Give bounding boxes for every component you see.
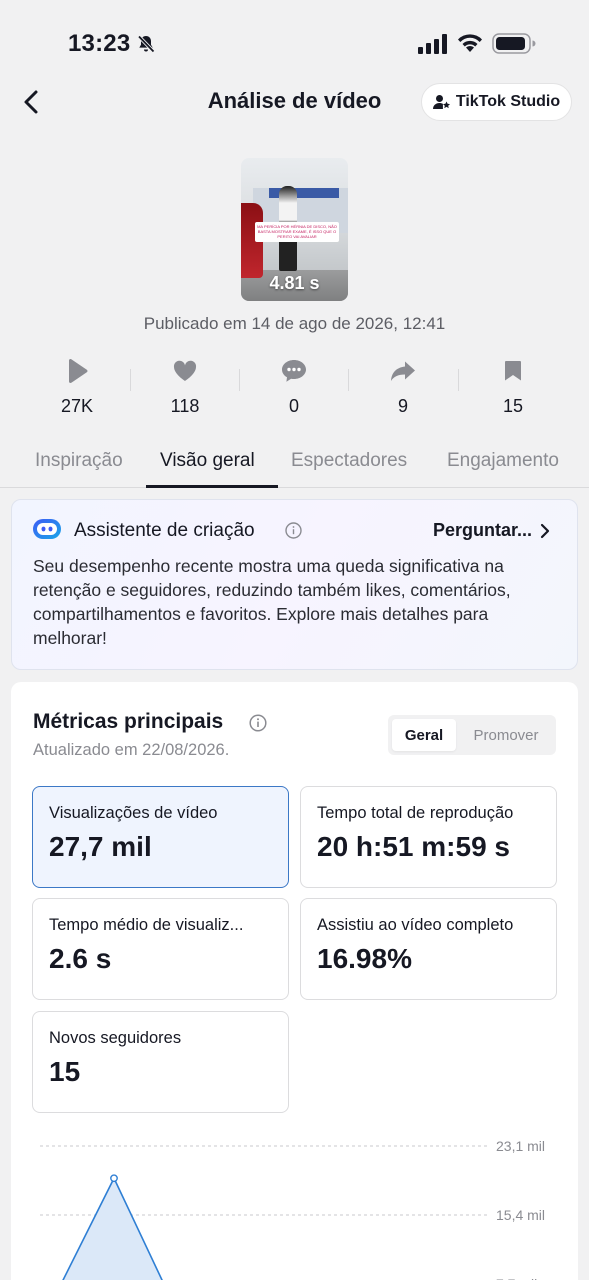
stat-value: 118: [170, 396, 200, 416]
comment-icon: [282, 360, 306, 382]
tab-engajamento[interactable]: Engajamento: [447, 450, 571, 472]
metric-value: 27,7 mil: [49, 831, 152, 862]
tab-bar: Inspiração Visão geral Espectadores Enga…: [0, 440, 589, 488]
wifi-icon: [458, 34, 482, 52]
metric-label: Tempo médio de visualiz...: [49, 916, 244, 934]
views-chart-svg: 23,1 mil 15,4 mil 7,7 mil: [40, 1138, 545, 1280]
thumbnail-caption: MA PERÍCIA POR HÉRNIA DE DISCO, NÃO BAST…: [255, 222, 339, 242]
tiktok-studio-label: TikTok Studio: [455, 93, 561, 110]
signal-icon: [418, 34, 447, 54]
assistant-title: Assistente de criação: [74, 520, 255, 541]
stat-value: 0: [288, 396, 299, 416]
user-star-icon: [432, 95, 450, 109]
tiktok-studio-button[interactable]: TikTok Studio: [421, 83, 572, 121]
metric-full-watch[interactable]: Assistiu ao vídeo completo 16.98%: [300, 898, 557, 1000]
stat-value: 9: [397, 396, 408, 416]
views-chart: 23,1 mil 15,4 mil 7,7 mil: [11, 1122, 578, 1280]
metric-value: 16.98%: [317, 943, 412, 974]
assistant-logo-icon: [33, 519, 61, 539]
stat-views: 27K: [23, 356, 131, 417]
stat-likes: 118: [131, 356, 239, 417]
ask-label: Perguntar...: [433, 520, 533, 540]
tab-espectadores[interactable]: Espectadores: [291, 450, 407, 472]
chevron-right-icon: [540, 523, 550, 538]
active-tab-indicator: [146, 485, 278, 488]
stat-value: 27K: [60, 396, 94, 416]
assistant-message: Seu desempenho recente mostra uma queda …: [33, 556, 511, 648]
metric-avg-watch-time[interactable]: Tempo médio de visualiz... 2.6 s: [32, 898, 289, 1000]
metrics-title: Métricas principais: [33, 710, 224, 733]
info-icon[interactable]: [285, 522, 302, 539]
chart-y-tick-label: 15,4 mil: [496, 1207, 545, 1223]
chart-y-tick-label: 7,7 mil: [496, 1276, 537, 1280]
info-icon[interactable]: [249, 714, 267, 732]
bookmark-icon: [505, 361, 521, 381]
stat-value: 15: [502, 396, 524, 416]
metrics-updated: Atualizado em 22/08/2026.: [33, 741, 230, 759]
metric-new-followers[interactable]: Novos seguidores 15: [32, 1011, 289, 1113]
ask-button[interactable]: Perguntar...: [433, 520, 550, 541]
status-time: 13:23: [68, 30, 131, 57]
share-icon: [391, 361, 415, 381]
video-thumbnail[interactable]: MA PERÍCIA POR HÉRNIA DE DISCO, NÃO BAST…: [241, 158, 348, 301]
chart-area: [63, 1178, 163, 1280]
video-duration: 4.81 s: [269, 273, 320, 293]
stat-comments: 0: [240, 356, 348, 417]
tab-visao-geral[interactable]: Visão geral: [160, 450, 255, 472]
published-date: Publicado em 14 de ago de 2026, 12:41: [143, 314, 446, 333]
segment-geral[interactable]: Geral: [392, 719, 456, 751]
metric-value: 15: [49, 1056, 81, 1087]
metric-video-views[interactable]: Visualizações de vídeo 27,7 mil: [32, 786, 289, 888]
metric-label: Novos seguidores: [49, 1029, 182, 1047]
metrics-segment-control: Geral Promover: [388, 715, 556, 755]
chart-point: [110, 1174, 118, 1183]
metric-value: 20 h:51 m:59 s: [317, 831, 510, 862]
chart-y-tick-label: 23,1 mil: [496, 1138, 545, 1154]
status-bar: 13:23: [0, 0, 589, 84]
stat-shares: 9: [349, 356, 457, 417]
key-metrics-card: Métricas principais Atualizado em 22/08/…: [11, 682, 578, 1280]
metric-label: Tempo total de reprodução: [317, 804, 514, 822]
heart-icon: [173, 360, 197, 381]
metric-label: Visualizações de vídeo: [49, 804, 218, 822]
segment-promover[interactable]: Promover: [460, 719, 552, 751]
metric-total-playtime[interactable]: Tempo total de reprodução 20 h:51 m:59 s: [300, 786, 557, 888]
battery-icon: [492, 33, 536, 54]
tab-inspiracao[interactable]: Inspiração: [35, 450, 123, 472]
play-icon: [69, 358, 88, 384]
metric-label: Assistiu ao vídeo completo: [317, 916, 514, 934]
stat-favorites: 15: [459, 356, 567, 417]
bell-off-icon: [137, 35, 155, 53]
metric-value: 2.6 s: [49, 943, 112, 974]
creation-assistant-card: Assistente de criação Perguntar... Seu d…: [11, 499, 578, 670]
